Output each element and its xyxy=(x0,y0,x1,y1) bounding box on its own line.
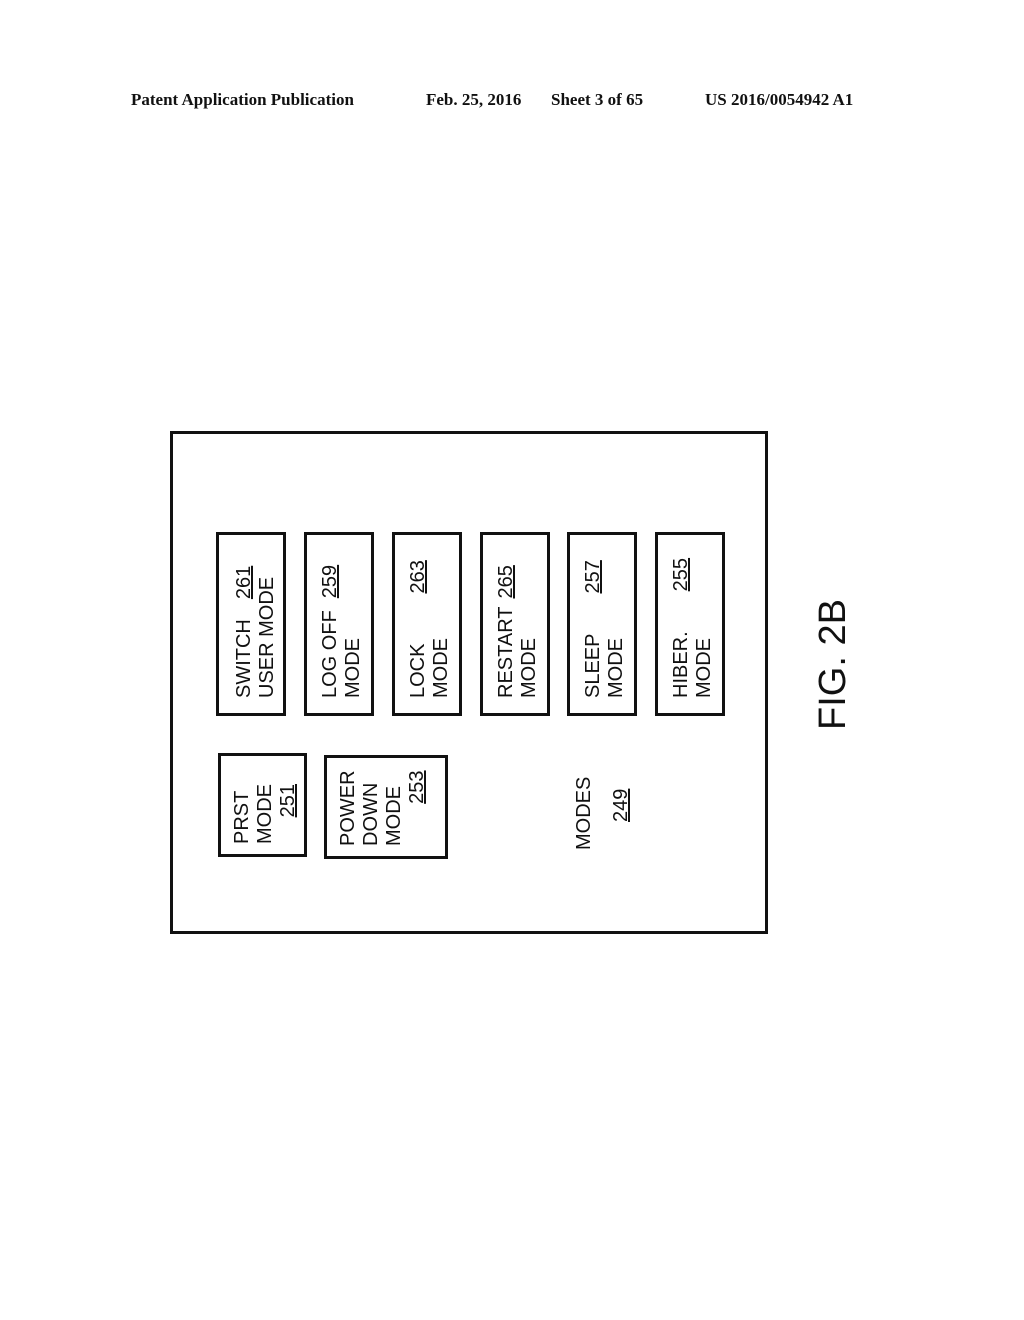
header-pub-number: US 2016/0054942 A1 xyxy=(705,90,854,109)
header-date: Feb. 25, 2016 xyxy=(426,90,522,109)
header-sheet: Sheet 3 of 65 xyxy=(551,90,644,109)
mode-label-line2: MODE xyxy=(342,638,364,698)
ref-number: 257 xyxy=(582,560,604,594)
ref-number: 259 xyxy=(319,564,341,599)
mode-label-line2: MODE xyxy=(518,638,540,698)
ref-number: 255 xyxy=(670,557,692,592)
mode-label-line1: SWITCH xyxy=(233,619,255,698)
ref-number: 251 xyxy=(277,784,299,818)
ref-number: 253 xyxy=(406,770,428,804)
mode-label-line2: USER MODE xyxy=(256,576,278,698)
mode-label-line2: MODE xyxy=(605,638,627,698)
mode-label-line2: DOWN xyxy=(360,782,382,846)
power-down-mode-box: POWER DOWN MODE 253 xyxy=(324,755,448,859)
mode-label-line1: PRST xyxy=(231,790,253,844)
header-publication-type: Patent Application Publication xyxy=(131,90,354,109)
ref-number: 263 xyxy=(407,560,429,594)
ref-number: 265 xyxy=(495,565,517,599)
prst-mode-box: PRST MODE 251 xyxy=(218,753,307,857)
modes-container-label: MODES 249 xyxy=(573,777,633,850)
hiber-mode-box: HIBER. 255 MODE xyxy=(655,532,725,716)
modes-title: MODES xyxy=(573,776,595,850)
mode-label-line2: MODE xyxy=(693,638,715,698)
log-off-mode-box: LOG OFF 259 MODE xyxy=(304,532,374,716)
restart-mode-box: RESTART 265 MODE xyxy=(480,532,550,716)
mode-label-line3: MODE xyxy=(383,786,405,846)
mode-label-line1: SLEEP xyxy=(582,633,604,698)
sleep-mode-box: SLEEP 257 MODE xyxy=(567,532,637,716)
modes-ref-number: 249 xyxy=(610,788,632,822)
mode-label-line1: LOCK xyxy=(407,643,429,698)
mode-label-line1: RESTART xyxy=(495,606,517,699)
mode-label-line2: MODE xyxy=(254,784,276,844)
switch-user-mode-box: SWITCH 261 USER MODE xyxy=(216,532,286,716)
mode-label-line1: POWER xyxy=(337,770,359,846)
mode-label-line1: HIBER. xyxy=(670,631,692,698)
mode-label-line2: MODE xyxy=(430,638,452,698)
lock-mode-box: LOCK 263 MODE xyxy=(392,532,462,716)
mode-label-line1: LOG OFF xyxy=(319,610,341,698)
ref-number: 261 xyxy=(233,565,255,600)
figure-label: FIG. 2B xyxy=(812,599,854,730)
